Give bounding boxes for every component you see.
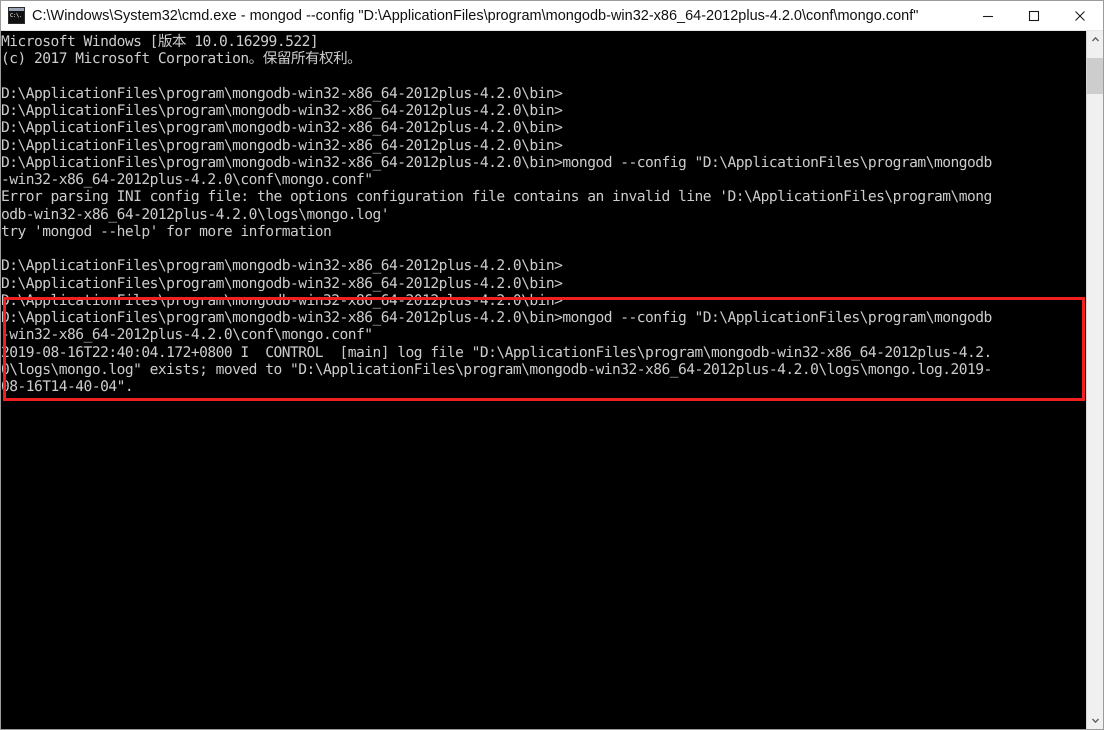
console-line: try 'mongod --help' for more information <box>1 222 332 240</box>
titlebar[interactable]: C:\Windows\System32\cmd.exe - mongod --c… <box>1 1 1103 31</box>
close-button[interactable] <box>1057 1 1103 30</box>
cmd-console-icon <box>8 7 25 24</box>
console-line: Error parsing INI config file: the optio… <box>1 188 992 206</box>
console-line: odb-win32-x86_64-2012plus-4.2.0\logs\mon… <box>1 205 390 223</box>
close-icon <box>1075 10 1085 21</box>
maximize-icon <box>1028 10 1040 21</box>
console-output[interactable]: Microsoft Windows [版本 10.0.16299.522] (c)… <box>1 31 1086 729</box>
minimize-button[interactable] <box>965 1 1011 30</box>
console-line: -win32-x86_64-2012plus-4.2.0\conf\mongo.… <box>1 171 373 188</box>
console-line: D:\ApplicationFiles\program\mongodb-win3… <box>1 257 563 275</box>
console-line: Microsoft Windows [版本 10.0.16299.522] <box>1 33 319 50</box>
chevron-up-icon <box>1091 36 1099 42</box>
scrollbar-track[interactable] <box>1087 48 1103 712</box>
console-line: 0\logs\mongo.log" exists; moved to "D:\A… <box>1 360 992 378</box>
vertical-scrollbar[interactable] <box>1086 31 1103 729</box>
console-line: D:\ApplicationFiles\program\mongodb-win3… <box>1 153 992 171</box>
chevron-down-icon <box>1091 718 1099 724</box>
scrollbar-thumb[interactable] <box>1087 58 1103 94</box>
scrollbar-down-button[interactable] <box>1087 712 1103 729</box>
console-line: D:\ApplicationFiles\program\mongodb-win3… <box>1 136 563 154</box>
console-line: D:\ApplicationFiles\program\mongodb-win3… <box>1 102 563 119</box>
cmd-window: C:\Windows\System32\cmd.exe - mongod --c… <box>0 0 1104 730</box>
console-line: D:\ApplicationFiles\program\mongodb-win3… <box>1 291 563 309</box>
console-line: 08-16T14-40-04". <box>1 378 134 395</box>
console-line: D:\ApplicationFiles\program\mongodb-win3… <box>1 84 563 102</box>
console-line-list: Microsoft Windows [版本 10.0.16299.522] (c)… <box>1 33 1086 395</box>
window-title: C:\Windows\System32\cmd.exe - mongod --c… <box>32 7 919 24</box>
scrollbar-up-button[interactable] <box>1087 31 1103 48</box>
console-line: D:\ApplicationFiles\program\mongodb-win3… <box>1 119 563 137</box>
console-line: (c) 2017 Microsoft Corporation。保留所有权利。 <box>1 50 362 68</box>
console-area: Microsoft Windows [版本 10.0.16299.522] (c)… <box>1 31 1103 729</box>
window-controls <box>965 1 1103 30</box>
console-line: 2019-08-16T22:40:04.172+0800 I CONTROL [… <box>1 343 992 361</box>
console-line: D:\ApplicationFiles\program\mongodb-win3… <box>1 309 992 326</box>
console-line: D:\ApplicationFiles\program\mongodb-win3… <box>1 274 563 292</box>
console-line: -win32-x86_64-2012plus-4.2.0\conf\mongo.… <box>1 326 373 344</box>
maximize-button[interactable] <box>1011 1 1057 30</box>
minimize-icon <box>983 15 993 17</box>
